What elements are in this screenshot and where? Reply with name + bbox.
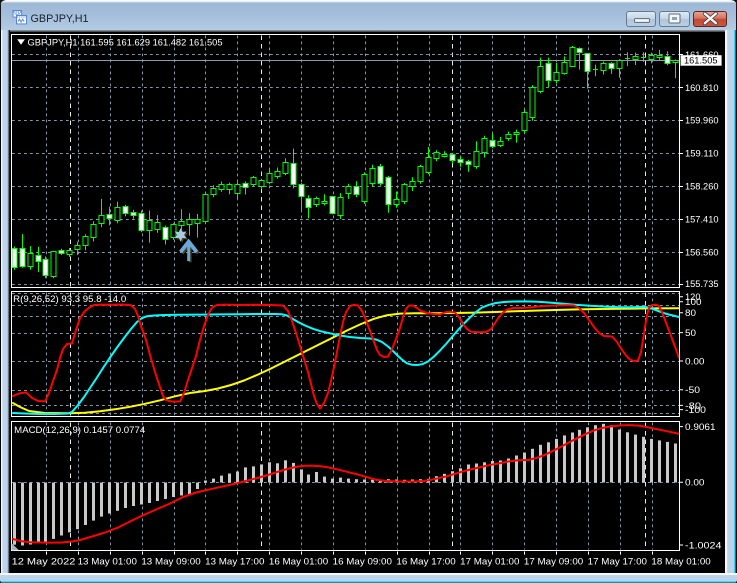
svg-text:-1.0024: -1.0024 — [685, 540, 722, 551]
svg-text:18 May 01:00: 18 May 01:00 — [651, 556, 710, 567]
svg-text:158.260: 158.260 — [685, 182, 719, 193]
svg-text:13 May 01:00: 13 May 01:00 — [78, 556, 137, 567]
svg-text:-50: -50 — [685, 385, 700, 396]
svg-text:155.735: 155.735 — [685, 279, 719, 290]
svg-text:100: 100 — [685, 297, 702, 308]
svg-text:R(9,26,52) 93.3 95.8 -14.0: R(9,26,52) 93.3 95.8 -14.0 — [13, 294, 126, 305]
svg-text:50: 50 — [685, 328, 696, 339]
svg-text:0.00: 0.00 — [685, 356, 705, 367]
svg-text:16 May 01:00: 16 May 01:00 — [269, 556, 328, 567]
svg-text:159.110: 159.110 — [685, 149, 719, 160]
svg-text:13 May 17:00: 13 May 17:00 — [205, 556, 264, 567]
svg-text:160.810: 160.810 — [685, 83, 719, 94]
svg-text:17 May 09:00: 17 May 09:00 — [524, 556, 583, 567]
svg-text:157.410: 157.410 — [685, 214, 719, 225]
svg-text:MACD(12,26,9) 0.1457 0.0774: MACD(12,26,9) 0.1457 0.0774 — [14, 425, 145, 436]
svg-text:16 May 17:00: 16 May 17:00 — [396, 556, 455, 567]
svg-text:80: 80 — [685, 308, 696, 319]
svg-text:159.960: 159.960 — [685, 116, 719, 127]
svg-text:17 May 17:00: 17 May 17:00 — [588, 556, 647, 567]
svg-text:13 May 09:00: 13 May 09:00 — [141, 556, 200, 567]
svg-text:161.505: 161.505 — [684, 56, 718, 67]
svg-text:17 May 01:00: 17 May 01:00 — [460, 556, 519, 567]
svg-text:12 May 2022: 12 May 2022 — [12, 556, 76, 567]
svg-text:156.560: 156.560 — [685, 247, 719, 258]
svg-text:0.9061: 0.9061 — [685, 422, 716, 433]
svg-text:GBPJPY,H1 161.595 161.629 161.: GBPJPY,H1 161.595 161.629 161.482 161.50… — [28, 38, 223, 49]
svg-text:16 May 09:00: 16 May 09:00 — [333, 556, 392, 567]
svg-text:0.00: 0.00 — [685, 478, 705, 489]
svg-text:-100: -100 — [685, 405, 706, 416]
